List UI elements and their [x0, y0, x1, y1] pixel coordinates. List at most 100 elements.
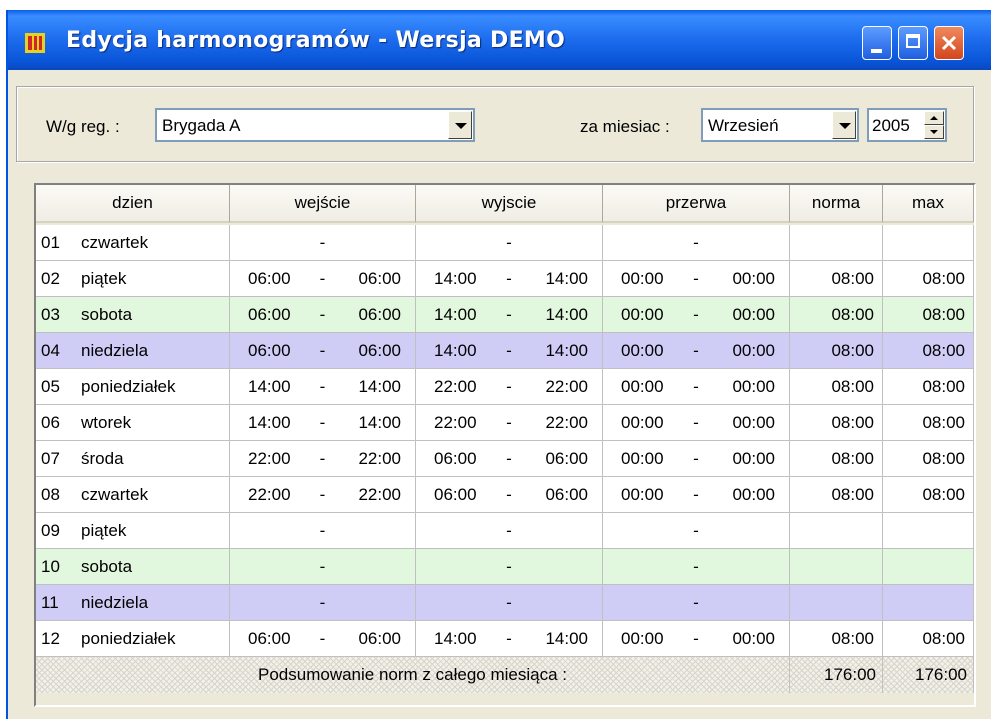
- wyj-cell[interactable]: -: [416, 585, 603, 621]
- header-dzien[interactable]: dzien: [36, 185, 230, 223]
- title-bar[interactable]: Edycja harmonogramów - Wersja DEMO: [8, 10, 991, 70]
- norma-cell[interactable]: 08:00: [790, 369, 883, 405]
- norma-cell[interactable]: [790, 225, 883, 261]
- prz-cell[interactable]: 00:00-00:00: [603, 261, 790, 297]
- maximize-button[interactable]: [898, 26, 928, 60]
- month-dropdown-button[interactable]: [832, 111, 856, 139]
- wej-cell[interactable]: 14:00-14:00: [230, 369, 416, 405]
- prz-cell[interactable]: 00:00-00:00: [603, 297, 790, 333]
- day-cell[interactable]: 04 niedziela: [36, 333, 230, 369]
- max-cell[interactable]: 08:00: [883, 261, 974, 297]
- norma-cell[interactable]: 08:00: [790, 621, 883, 657]
- prz-cell[interactable]: 00:00-00:00: [603, 621, 790, 657]
- header-wejscie[interactable]: wejście: [230, 185, 416, 223]
- wej-cell[interactable]: 06:00-06:00: [230, 297, 416, 333]
- prz-cell[interactable]: -: [603, 585, 790, 621]
- minimize-button[interactable]: [862, 26, 892, 60]
- wyj-cell[interactable]: -: [416, 225, 603, 261]
- day-cell[interactable]: 05 poniedziałek: [36, 369, 230, 405]
- norma-cell[interactable]: 08:00: [790, 405, 883, 441]
- day-cell[interactable]: 09 piątek: [36, 513, 230, 549]
- wej-cell[interactable]: -: [230, 549, 416, 585]
- prz-cell[interactable]: -: [603, 549, 790, 585]
- max-cell[interactable]: 08:00: [883, 441, 974, 477]
- max-cell[interactable]: [883, 225, 974, 261]
- wyj-cell[interactable]: 06:00-06:00: [416, 477, 603, 513]
- norma-cell[interactable]: 08:00: [790, 441, 883, 477]
- prz-cell[interactable]: 00:00-00:00: [603, 477, 790, 513]
- day-cell[interactable]: 02 piątek: [36, 261, 230, 297]
- max-cell[interactable]: [883, 513, 974, 549]
- wyj-cell[interactable]: 06:00-06:00: [416, 441, 603, 477]
- norma-cell[interactable]: 08:00: [790, 297, 883, 333]
- prz-cell[interactable]: 00:00-00:00: [603, 369, 790, 405]
- norma-cell[interactable]: [790, 513, 883, 549]
- wej-cell[interactable]: -: [230, 513, 416, 549]
- day-cell[interactable]: 10 sobota: [36, 549, 230, 585]
- max-cell[interactable]: 08:00: [883, 297, 974, 333]
- reg-dropdown-button[interactable]: [448, 111, 472, 139]
- max-cell[interactable]: 08:00: [883, 369, 974, 405]
- wej-cell[interactable]: 06:00-06:00: [230, 333, 416, 369]
- max-cell[interactable]: [883, 585, 974, 621]
- wyj-cell[interactable]: 22:00-22:00: [416, 369, 603, 405]
- table-row[interactable]: 12 poniedziałek 06:00-06:00 14:00-14:00 00:0…: [36, 621, 974, 657]
- norma-cell[interactable]: [790, 549, 883, 585]
- table-row[interactable]: 11 niedziela - - -: [36, 585, 974, 621]
- table-row[interactable]: 02 piątek 06:00-06:00 14:00-14:00 00:00-00:0…: [36, 261, 974, 297]
- prz-cell[interactable]: -: [603, 513, 790, 549]
- prz-cell[interactable]: 00:00-00:00: [603, 441, 790, 477]
- year-down-button[interactable]: [924, 125, 944, 139]
- day-cell[interactable]: 01 czwartek: [36, 225, 230, 261]
- table-row[interactable]: 10 sobota - - -: [36, 549, 974, 585]
- day-cell[interactable]: 07 środa: [36, 441, 230, 477]
- table-row[interactable]: 08 czwartek 22:00-22:00 06:00-06:00 00:00-00…: [36, 477, 974, 513]
- norma-cell[interactable]: 08:00: [790, 261, 883, 297]
- wej-cell[interactable]: 22:00-22:00: [230, 477, 416, 513]
- header-norma[interactable]: norma: [790, 185, 883, 223]
- wyj-cell[interactable]: 14:00-14:00: [416, 333, 603, 369]
- wyj-cell[interactable]: 22:00-22:00: [416, 405, 603, 441]
- prz-cell[interactable]: -: [603, 225, 790, 261]
- max-cell[interactable]: 08:00: [883, 621, 974, 657]
- wyj-cell[interactable]: 14:00-14:00: [416, 297, 603, 333]
- year-spinner[interactable]: 2005: [867, 108, 947, 142]
- wej-cell[interactable]: 06:00-06:00: [230, 621, 416, 657]
- table-row[interactable]: 04 niedziela 06:00-06:00 14:00-14:00 00:00-0…: [36, 333, 974, 369]
- day-cell[interactable]: 06 wtorek: [36, 405, 230, 441]
- reg-combobox[interactable]: Brygada A: [155, 108, 475, 142]
- header-max[interactable]: max: [883, 185, 974, 223]
- wej-cell[interactable]: 22:00-22:00: [230, 441, 416, 477]
- table-row[interactable]: 07 środa 22:00-22:00 06:00-06:00 00:00-00:00…: [36, 441, 974, 477]
- max-cell[interactable]: 08:00: [883, 405, 974, 441]
- wej-cell[interactable]: 14:00-14:00: [230, 405, 416, 441]
- table-row[interactable]: 01 czwartek - - -: [36, 225, 974, 261]
- schedule-grid[interactable]: dzien wejście wyjscie przerwa norma max …: [34, 183, 976, 707]
- table-row[interactable]: 03 sobota 06:00-06:00 14:00-14:00 00:00-00:0…: [36, 297, 974, 333]
- max-cell[interactable]: 08:00: [883, 333, 974, 369]
- wyj-cell[interactable]: -: [416, 513, 603, 549]
- wyj-cell[interactable]: 14:00-14:00: [416, 261, 603, 297]
- day-cell[interactable]: 11 niedziela: [36, 585, 230, 621]
- wej-cell[interactable]: -: [230, 585, 416, 621]
- year-up-button[interactable]: [924, 111, 944, 125]
- norma-cell[interactable]: 08:00: [790, 477, 883, 513]
- table-row[interactable]: 06 wtorek 14:00-14:00 22:00-22:00 00:00-00:0…: [36, 405, 974, 441]
- prz-cell[interactable]: 00:00-00:00: [603, 405, 790, 441]
- month-combobox[interactable]: Wrzesień: [701, 108, 859, 142]
- norma-cell[interactable]: [790, 585, 883, 621]
- max-cell[interactable]: [883, 549, 974, 585]
- year-value[interactable]: 2005: [872, 116, 910, 136]
- day-cell[interactable]: 12 poniedziałek: [36, 621, 230, 657]
- table-row[interactable]: 05 poniedziałek 14:00-14:00 22:00-22:00 00:0…: [36, 369, 974, 405]
- close-button[interactable]: [934, 26, 964, 60]
- wyj-cell[interactable]: 14:00-14:00: [416, 621, 603, 657]
- norma-cell[interactable]: 08:00: [790, 333, 883, 369]
- wej-cell[interactable]: 06:00-06:00: [230, 261, 416, 297]
- prz-cell[interactable]: 00:00-00:00: [603, 333, 790, 369]
- wej-cell[interactable]: -: [230, 225, 416, 261]
- wyj-cell[interactable]: -: [416, 549, 603, 585]
- day-cell[interactable]: 03 sobota: [36, 297, 230, 333]
- day-cell[interactable]: 08 czwartek: [36, 477, 230, 513]
- max-cell[interactable]: 08:00: [883, 477, 974, 513]
